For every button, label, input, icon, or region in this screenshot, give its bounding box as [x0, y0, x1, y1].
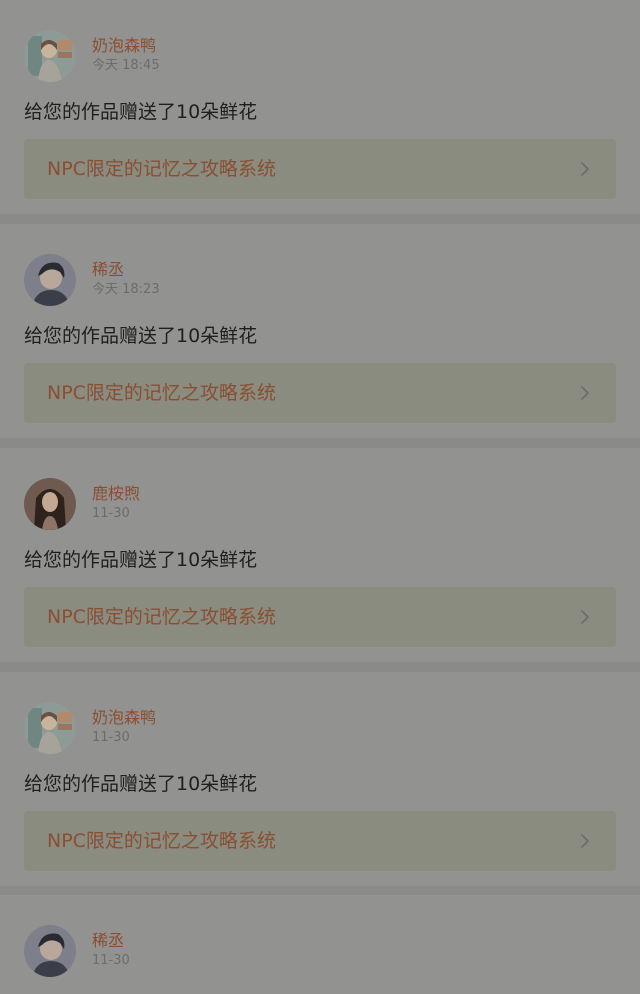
work-title: NPC限定的记忆之攻略系统: [47, 606, 276, 628]
work-title: NPC限定的记忆之攻略系统: [47, 382, 276, 404]
user-name[interactable]: 稀丞: [92, 260, 124, 280]
user-name[interactable]: 奶泡森鸭: [92, 708, 156, 728]
user-avatar[interactable]: [24, 702, 76, 754]
girl-illustration-avatar: [24, 30, 76, 82]
user-avatar[interactable]: [24, 254, 76, 306]
timestamp: 11-30: [92, 953, 130, 968]
timestamp: 11-30: [92, 506, 130, 521]
work-title: NPC限定的记忆之攻略系统: [47, 830, 276, 852]
notification-card: 奶泡森鸭 11-30 给您的作品赠送了10朵鲜花 NPC限定的记忆之攻略系统: [0, 672, 640, 886]
timestamp: 今天 18:45: [92, 58, 160, 73]
woman-long-hair-avatar: [24, 478, 76, 530]
user-name[interactable]: 稀丞: [92, 931, 124, 951]
work-link-card[interactable]: NPC限定的记忆之攻略系统: [24, 363, 616, 423]
chevron-right-icon: [581, 610, 589, 624]
user-avatar[interactable]: [24, 478, 76, 530]
notification-card: 稀丞 11-30: [0, 895, 640, 994]
work-title: NPC限定的记忆之攻略系统: [47, 158, 276, 180]
user-avatar[interactable]: [24, 30, 76, 82]
chevron-right-icon: [581, 834, 589, 848]
gift-message: 给您的作品赠送了10朵鲜花: [24, 549, 258, 571]
girl-illustration-avatar: [24, 702, 76, 754]
user-avatar[interactable]: [24, 925, 76, 977]
gift-message: 给您的作品赠送了10朵鲜花: [24, 101, 258, 123]
notification-card: 鹿桉煦 11-30 给您的作品赠送了10朵鲜花 NPC限定的记忆之攻略系统: [0, 448, 640, 662]
timestamp: 今天 18:23: [92, 282, 160, 297]
young-man-photo-avatar: [24, 925, 76, 977]
young-man-photo-avatar: [24, 254, 76, 306]
chevron-right-icon: [581, 386, 589, 400]
user-name[interactable]: 奶泡森鸭: [92, 36, 156, 56]
timestamp: 11-30: [92, 730, 130, 745]
user-name[interactable]: 鹿桉煦: [92, 484, 140, 504]
work-link-card[interactable]: NPC限定的记忆之攻略系统: [24, 811, 616, 871]
notification-card: 稀丞 今天 18:23 给您的作品赠送了10朵鲜花 NPC限定的记忆之攻略系统: [0, 224, 640, 438]
chevron-right-icon: [581, 162, 589, 176]
work-link-card[interactable]: NPC限定的记忆之攻略系统: [24, 587, 616, 647]
gift-message: 给您的作品赠送了10朵鲜花: [24, 325, 258, 347]
work-link-card[interactable]: NPC限定的记忆之攻略系统: [24, 139, 616, 199]
gift-message: 给您的作品赠送了10朵鲜花: [24, 773, 258, 795]
notification-card: 奶泡森鸭 今天 18:45 给您的作品赠送了10朵鲜花 NPC限定的记忆之攻略系…: [0, 0, 640, 214]
